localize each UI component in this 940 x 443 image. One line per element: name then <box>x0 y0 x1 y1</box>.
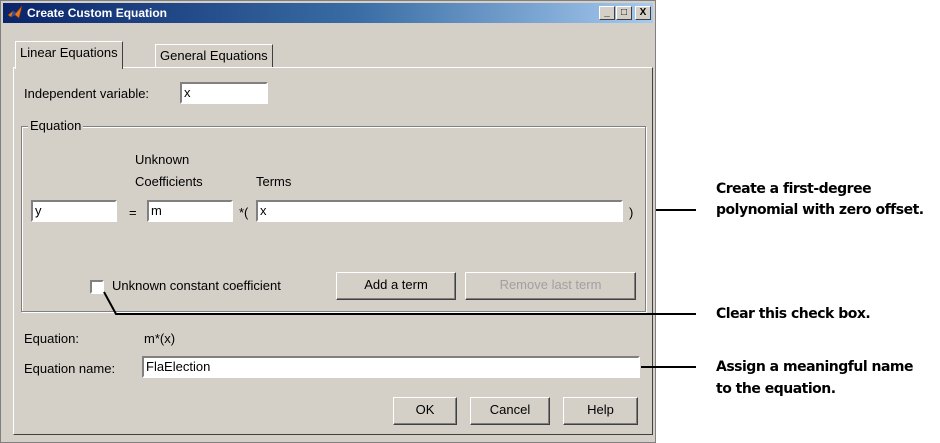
polynomial-annotation-line2: polynomial with zero offset. <box>716 202 924 218</box>
name-annotation-line1: Assign a meaningful name <box>716 359 914 375</box>
tab-linear-equations[interactable]: Linear Equations <box>15 41 123 69</box>
name-annotation-line2: to the equation. <box>716 381 836 397</box>
checkbox-annotation: Clear this check box. <box>716 306 871 322</box>
checkbox-callout-line <box>103 291 696 315</box>
polynomial-annotation-line1: Create a first-degree <box>716 181 872 197</box>
